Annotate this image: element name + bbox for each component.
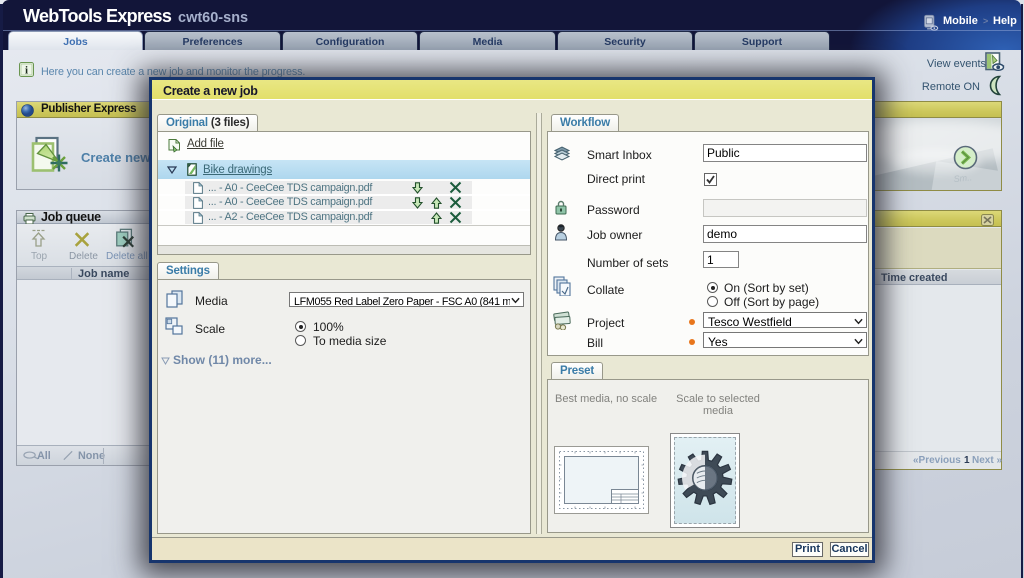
svg-text:i: i (25, 65, 28, 77)
